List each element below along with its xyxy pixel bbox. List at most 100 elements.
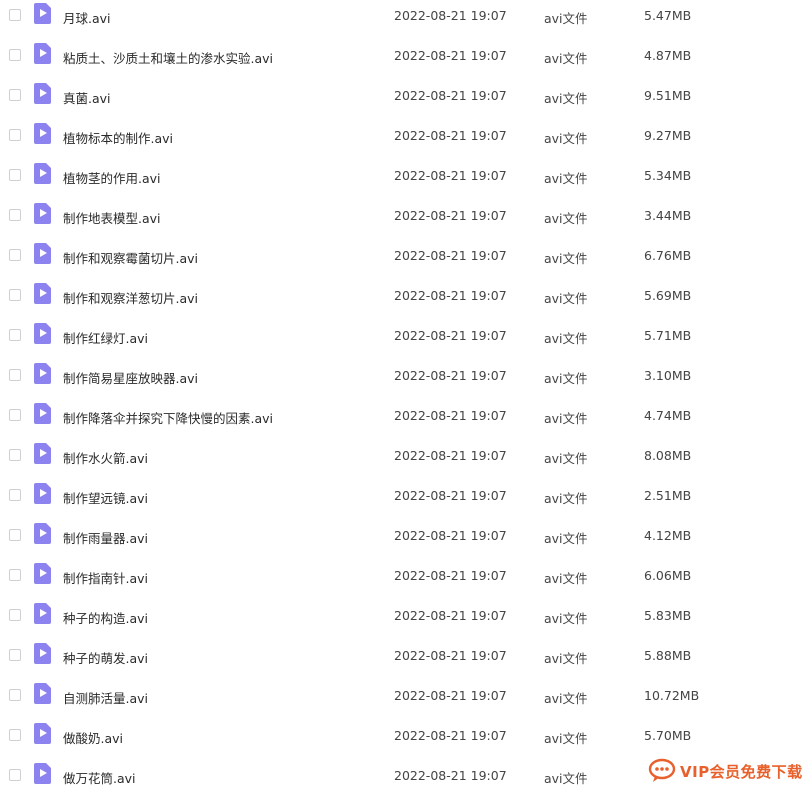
file-row[interactable]: 植物茎的作用.avi 2022-08-21 19:07 avi文件 5.34MB bbox=[0, 156, 811, 196]
checkbox-icon[interactable] bbox=[9, 289, 21, 301]
checkbox-icon[interactable] bbox=[9, 129, 21, 141]
file-row[interactable]: 制作简易星座放映器.avi 2022-08-21 19:07 avi文件 3.10MB bbox=[0, 356, 811, 396]
file-row[interactable]: 制作降落伞并探究下降快慢的因素.avi 2022-08-21 19:07 avi文件… bbox=[0, 396, 811, 436]
checkbox-icon[interactable] bbox=[9, 209, 21, 221]
file-name[interactable]: 做万花筒.avi bbox=[63, 768, 136, 787]
file-size: 3.44MB bbox=[644, 208, 692, 223]
file-type: avi文件 bbox=[544, 51, 588, 66]
checkbox-icon[interactable] bbox=[9, 769, 21, 781]
file-name[interactable]: 制作水火箭.avi bbox=[63, 448, 148, 467]
file-row[interactable]: 种子的萌发.avi 2022-08-21 19:07 avi文件 5.88MB bbox=[0, 636, 811, 676]
file-row[interactable]: 粘质土、沙质土和壤土的渗水实验.avi 2022-08-21 19:07 avi文件… bbox=[0, 36, 811, 76]
file-date: 2022-08-21 19:07 bbox=[394, 208, 507, 223]
file-name[interactable]: 自测肺活量.avi bbox=[63, 688, 148, 707]
file-date: 2022-08-21 19:07 bbox=[394, 728, 507, 743]
file-name[interactable]: 制作雨量器.avi bbox=[63, 528, 148, 547]
file-size: 9.51MB bbox=[644, 88, 692, 103]
file-name[interactable]: 制作降落伞并探究下降快慢的因素.avi bbox=[63, 408, 273, 427]
file-size: 5.69MB bbox=[644, 288, 692, 303]
video-file-icon bbox=[34, 323, 51, 344]
file-size: 3.10MB bbox=[644, 368, 692, 383]
checkbox-icon[interactable] bbox=[9, 569, 21, 581]
checkbox-icon[interactable] bbox=[9, 169, 21, 181]
video-file-icon bbox=[34, 243, 51, 264]
file-row[interactable]: 制作红绿灯.avi 2022-08-21 19:07 avi文件 5.71MB bbox=[0, 316, 811, 356]
file-name[interactable]: 制作红绿灯.avi bbox=[63, 328, 148, 347]
video-file-icon bbox=[34, 723, 51, 744]
file-date: 2022-08-21 19:07 bbox=[394, 448, 507, 463]
checkbox-icon[interactable] bbox=[9, 89, 21, 101]
file-type: avi文件 bbox=[544, 731, 588, 746]
file-row[interactable]: 制作和观察霉菌切片.avi 2022-08-21 19:07 avi文件 6.76MB bbox=[0, 236, 811, 276]
checkbox-icon[interactable] bbox=[9, 649, 21, 661]
checkbox-icon[interactable] bbox=[9, 49, 21, 61]
video-file-icon bbox=[34, 523, 51, 544]
file-row[interactable]: 月球.avi 2022-08-21 19:07 avi文件 5.47MB bbox=[0, 0, 811, 36]
checkbox-icon[interactable] bbox=[9, 9, 21, 21]
file-row[interactable]: 做酸奶.avi 2022-08-21 19:07 avi文件 5.70MB bbox=[0, 716, 811, 756]
checkbox-icon[interactable] bbox=[9, 409, 21, 421]
file-date: 2022-08-21 19:07 bbox=[394, 568, 507, 583]
file-name[interactable]: 种子的萌发.avi bbox=[63, 648, 148, 667]
file-name[interactable]: 制作简易星座放映器.avi bbox=[63, 368, 198, 387]
file-date: 2022-08-21 19:07 bbox=[394, 528, 507, 543]
file-row[interactable]: 制作地表模型.avi 2022-08-21 19:07 avi文件 3.44MB bbox=[0, 196, 811, 236]
video-file-icon bbox=[34, 403, 51, 424]
file-date: 2022-08-21 19:07 bbox=[394, 128, 507, 143]
file-name[interactable]: 植物标本的制作.avi bbox=[63, 128, 173, 147]
file-name[interactable]: 种子的构造.avi bbox=[63, 608, 148, 627]
file-type: avi文件 bbox=[544, 91, 588, 106]
checkbox-icon[interactable] bbox=[9, 489, 21, 501]
file-size: 5.88MB bbox=[644, 648, 692, 663]
video-file-icon bbox=[34, 683, 51, 704]
file-size: 4.12MB bbox=[644, 528, 692, 543]
file-name[interactable]: 制作和观察霉菌切片.avi bbox=[63, 248, 198, 267]
video-file-icon bbox=[34, 123, 51, 144]
file-name[interactable]: 制作指南针.avi bbox=[63, 568, 148, 587]
checkbox-icon[interactable] bbox=[9, 449, 21, 461]
file-date: 2022-08-21 19:07 bbox=[394, 488, 507, 503]
file-type: avi文件 bbox=[544, 291, 588, 306]
file-date: 2022-08-21 19:07 bbox=[394, 648, 507, 663]
file-type: avi文件 bbox=[544, 451, 588, 466]
file-name[interactable]: 制作望远镜.avi bbox=[63, 488, 148, 507]
file-date: 2022-08-21 19:07 bbox=[394, 688, 507, 703]
file-type: avi文件 bbox=[544, 531, 588, 546]
file-type: avi文件 bbox=[544, 611, 588, 626]
file-row[interactable]: 制作指南针.avi 2022-08-21 19:07 avi文件 6.06MB bbox=[0, 556, 811, 596]
file-type: avi文件 bbox=[544, 11, 588, 26]
file-date: 2022-08-21 19:07 bbox=[394, 248, 507, 263]
file-name[interactable]: 植物茎的作用.avi bbox=[63, 168, 161, 187]
file-date: 2022-08-21 19:07 bbox=[394, 368, 507, 383]
file-name[interactable]: 制作地表模型.avi bbox=[63, 208, 161, 227]
file-size: 9.27MB bbox=[644, 128, 692, 143]
file-name[interactable]: 真菌.avi bbox=[63, 88, 111, 107]
file-size: 6.76MB bbox=[644, 248, 692, 263]
checkbox-icon[interactable] bbox=[9, 529, 21, 541]
file-row[interactable]: 种子的构造.avi 2022-08-21 19:07 avi文件 5.83MB bbox=[0, 596, 811, 636]
checkbox-icon[interactable] bbox=[9, 609, 21, 621]
checkbox-icon[interactable] bbox=[9, 329, 21, 341]
checkbox-icon[interactable] bbox=[9, 729, 21, 741]
file-row[interactable]: 自测肺活量.avi 2022-08-21 19:07 avi文件 10.72MB bbox=[0, 676, 811, 716]
file-row[interactable]: 制作和观察洋葱切片.avi 2022-08-21 19:07 avi文件 5.69MB bbox=[0, 276, 811, 316]
file-size: 5.83MB bbox=[644, 608, 692, 623]
file-row[interactable]: 制作水火箭.avi 2022-08-21 19:07 avi文件 8.08MB bbox=[0, 436, 811, 476]
checkbox-icon[interactable] bbox=[9, 689, 21, 701]
file-row[interactable]: 植物标本的制作.avi 2022-08-21 19:07 avi文件 9.27MB bbox=[0, 116, 811, 156]
file-name[interactable]: 月球.avi bbox=[63, 8, 111, 27]
file-row[interactable]: 制作望远镜.avi 2022-08-21 19:07 avi文件 2.51MB bbox=[0, 476, 811, 516]
file-row[interactable]: 真菌.avi 2022-08-21 19:07 avi文件 9.51MB bbox=[0, 76, 811, 116]
file-type: avi文件 bbox=[544, 691, 588, 706]
file-type: avi文件 bbox=[544, 131, 588, 146]
file-name[interactable]: 粘质土、沙质土和壤土的渗水实验.avi bbox=[63, 48, 273, 67]
video-file-icon bbox=[34, 443, 51, 464]
file-name[interactable]: 制作和观察洋葱切片.avi bbox=[63, 288, 198, 307]
file-row[interactable]: 制作雨量器.avi 2022-08-21 19:07 avi文件 4.12MB bbox=[0, 516, 811, 556]
file-size: 8.08MB bbox=[644, 448, 692, 463]
file-name[interactable]: 做酸奶.avi bbox=[63, 728, 123, 747]
checkbox-icon[interactable] bbox=[9, 249, 21, 261]
checkbox-icon[interactable] bbox=[9, 369, 21, 381]
file-type: avi文件 bbox=[544, 771, 588, 786]
video-file-icon bbox=[34, 43, 51, 64]
